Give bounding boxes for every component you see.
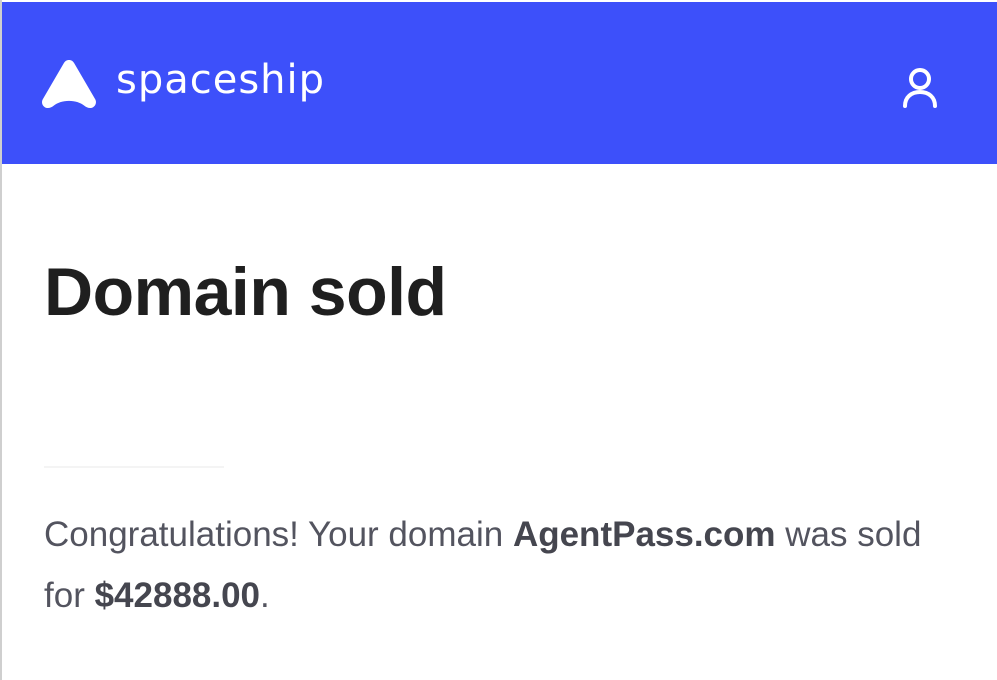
brand-name: spaceship — [116, 57, 326, 103]
top-navigation-bar: spaceship — [2, 2, 997, 164]
sale-confirmation-message: Congratulations! Your domain AgentPass.c… — [44, 504, 959, 626]
domain-sold-page: spaceship Domain sold Congratulations! Y… — [0, 0, 997, 680]
message-suffix: . — [260, 576, 270, 615]
spaceship-logo-icon — [42, 60, 96, 108]
page-title: Domain sold — [44, 254, 447, 330]
main-content: Domain sold Congratulations! Your domain… — [44, 164, 957, 680]
account-button[interactable] — [894, 62, 946, 114]
user-icon — [903, 68, 937, 108]
sold-domain-name: AgentPass.com — [512, 515, 776, 554]
spaceship-home-link[interactable]: spaceship — [40, 57, 325, 110]
sale-price: $42888.00 — [94, 576, 261, 615]
faint-divider — [44, 466, 224, 468]
message-prefix: Congratulations! Your domain — [44, 515, 513, 554]
